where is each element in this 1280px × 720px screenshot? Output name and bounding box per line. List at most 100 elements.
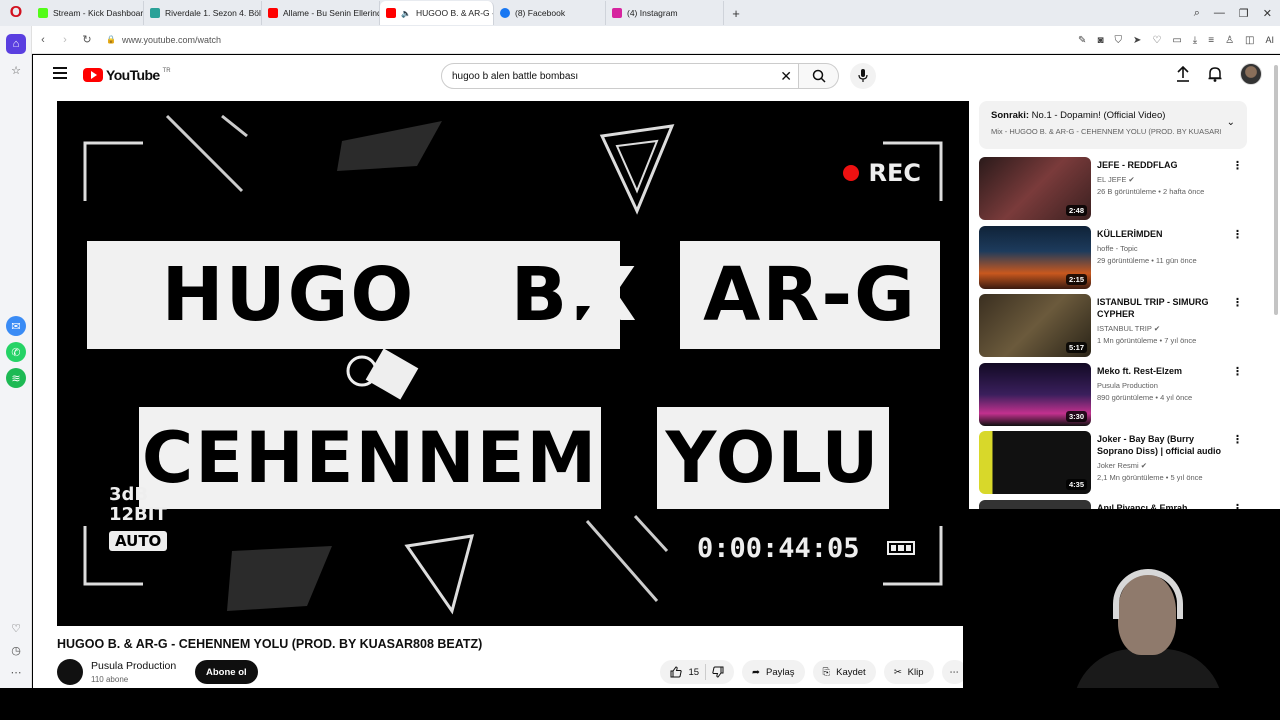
up-next-prefix: Sonraki: <box>991 110 1030 121</box>
youtube-logo[interactable]: YouTube TR <box>83 67 171 83</box>
video-thumbnail[interactable]: 4:35 <box>979 431 1091 494</box>
more-options-icon[interactable]: ⋮ <box>1232 365 1243 378</box>
rec-title[interactable]: Joker - Bay Bay (Burry Soprano Diss) | o… <box>1097 433 1227 457</box>
camera-icon[interactable]: ◙ <box>1097 35 1103 46</box>
list-item[interactable]: 3:30 Meko ft. Rest-Elzem Pusula Producti… <box>979 362 1247 432</box>
back-button[interactable]: ‹ <box>32 34 54 46</box>
channel-name[interactable]: Pusula Production <box>91 660 176 672</box>
cam-db: 3dB <box>109 484 149 505</box>
chevron-down-icon[interactable]: ⌄ <box>1227 117 1235 128</box>
search-input[interactable]: hugoo b alen battle bombası ✕ <box>441 63 799 89</box>
edit-icon[interactable]: ✎ <box>1078 35 1086 46</box>
tab-kick[interactable]: Stream - Kick Dashboard <box>32 1 144 25</box>
notifications-bell-icon[interactable] <box>1208 66 1222 82</box>
video-thumbnail[interactable]: 5:17 <box>979 294 1091 357</box>
rec-title[interactable]: KÜLLERİMDEN <box>1097 228 1227 240</box>
home-icon[interactable]: ⌂ <box>6 34 26 54</box>
ai-button[interactable]: AI <box>1265 35 1274 45</box>
guide-menu-icon[interactable] <box>53 67 67 79</box>
minimize-button[interactable]: — <box>1214 7 1225 19</box>
video-thumbnail[interactable]: 2:48 <box>979 157 1091 220</box>
subscribe-button[interactable]: Abone ol <box>195 660 258 684</box>
more-icon[interactable]: ⋯ <box>6 662 26 682</box>
url-field[interactable]: 🔒 www.youtube.com/watch <box>106 35 221 45</box>
clear-search-icon[interactable]: ✕ <box>780 68 792 85</box>
user-avatar[interactable] <box>1240 63 1262 85</box>
thumbs-down-icon[interactable] <box>712 666 724 678</box>
page-scrollbar[interactable] <box>1274 65 1278 315</box>
like-button[interactable]: 15 <box>670 666 699 678</box>
rec-title[interactable]: ISTANBUL TRIP - SIMURG CYPHER <box>1097 296 1227 320</box>
heart-icon[interactable]: ♡ <box>6 618 26 638</box>
download-icon[interactable]: ⤓ <box>1193 35 1197 46</box>
opera-logo-icon[interactable]: O <box>0 0 32 26</box>
tab-instagram[interactable]: (4) Instagram <box>606 1 724 25</box>
like-count: 15 <box>688 666 700 678</box>
tab-facebook[interactable]: (8) Facebook <box>494 1 606 25</box>
tab-riverdale[interactable]: Riverdale 1. Sezon 4. Bölüm <box>144 1 262 25</box>
rec-title[interactable]: JEFE - REDDFLAG <box>1097 159 1227 171</box>
rec-channel: EL JEFE ✔ <box>1097 175 1135 184</box>
video-thumbnail[interactable]: 3:30 <box>979 362 1091 426</box>
opera-sidebar: ⌂ ☆ ✉ ✆ ≋ ♡ ◷ ⋯ <box>0 26 32 688</box>
save-button[interactable]: ⎘ Kaydet <box>812 660 876 684</box>
more-options-icon[interactable]: ⋮ <box>1232 159 1243 172</box>
favorite-heart-icon[interactable]: ♡ <box>1152 35 1161 46</box>
upload-icon[interactable] <box>1176 66 1190 82</box>
rec-channel: Joker Resmi ✔ <box>1097 461 1148 470</box>
record-dot-icon <box>842 165 859 181</box>
tab-current-video[interactable]: 🔈 HUGOO B. & AR-G - C <box>380 1 494 25</box>
spotify-icon[interactable]: ≋ <box>6 368 26 388</box>
tab-allame[interactable]: Allame - Bu Senin Ellerinde <box>262 1 380 25</box>
close-window-button[interactable]: ✕ <box>1263 7 1272 20</box>
lock-icon: 🔒 <box>106 35 116 44</box>
up-next-panel[interactable]: Sonraki: No.1 - Dopamin! (Official Video… <box>979 101 1247 149</box>
video-duration: 3:30 <box>1065 410 1087 422</box>
list-item[interactable]: 4:35 Joker - Bay Bay (Burry Soprano Diss… <box>979 431 1247 500</box>
new-tab-button[interactable]: + <box>724 6 748 21</box>
share-button[interactable]: ➦ Paylaş <box>742 660 805 684</box>
send-icon[interactable]: ➤ <box>1133 35 1141 46</box>
channel-avatar[interactable] <box>57 659 83 685</box>
site-favicon-icon <box>150 8 160 18</box>
video-title-word: YOLU <box>657 407 889 509</box>
more-options-icon[interactable]: ⋮ <box>1232 296 1243 309</box>
reload-button[interactable]: ↻ <box>76 33 98 46</box>
up-next-video: No.1 - Dopamin! (Official Video) <box>1031 110 1166 121</box>
messenger-icon[interactable]: ✉ <box>6 316 26 336</box>
channel-row: Pusula Production 110 abone Abone ol 15 … <box>57 659 967 687</box>
more-options-icon[interactable]: ⋮ <box>1232 228 1243 241</box>
maximize-button[interactable]: ❐ <box>1239 7 1249 20</box>
headphones-icon <box>1113 569 1183 619</box>
shield-icon[interactable]: ⛉ <box>1114 35 1122 46</box>
list-item[interactable]: 2:15 KÜLLERİMDEN hoffe - Topic 29 görünt… <box>979 225 1247 295</box>
cube-icon[interactable]: ◫ <box>1245 35 1254 46</box>
verified-icon: ✔ <box>1153 324 1161 333</box>
list-item[interactable]: 5:17 ISTANBUL TRIP - SIMURG CYPHER ISTAN… <box>979 294 1247 363</box>
video-player[interactable]: REC HUGO B. X AR-G CEHENNEM YOLU 3dB 12B… <box>57 101 969 626</box>
video-thumbnail[interactable]: 2:15 <box>979 225 1091 289</box>
forward-button[interactable]: › <box>54 34 76 46</box>
list-item[interactable]: 2:48 JEFE - REDDFLAG EL JEFE ✔ 26 B görü… <box>979 157 1247 226</box>
rec-meta: 29 görüntüleme • 11 gün önce <box>1097 255 1197 265</box>
clip-button[interactable]: ✂ Klip <box>883 660 934 684</box>
voice-search-button[interactable] <box>850 63 876 89</box>
youtube-favicon-icon <box>268 8 278 18</box>
rec-title[interactable]: Meko ft. Rest-Elzem <box>1097 365 1227 377</box>
menu-icon[interactable]: ≡ <box>1208 35 1214 46</box>
video-title-word: HUGO <box>87 241 490 349</box>
star-icon[interactable]: ☆ <box>6 60 26 80</box>
up-next-mix: Mix - HUGOO B. & AR-G - CEHENNEM YOLU (P… <box>991 127 1221 136</box>
wallet-icon[interactable]: ▭ <box>1172 35 1181 46</box>
search-button[interactable] <box>799 63 839 89</box>
tab-search-icon[interactable]: ⌕ <box>1194 7 1200 20</box>
more-options-icon[interactable]: ⋮ <box>1232 433 1243 446</box>
country-code: TR <box>162 68 171 74</box>
whatsapp-icon[interactable]: ✆ <box>6 342 26 362</box>
microphone-icon <box>858 69 868 82</box>
youtube-favicon-icon <box>386 8 396 18</box>
history-icon[interactable]: ◷ <box>6 640 26 660</box>
video-title-word: AR-G <box>680 241 940 349</box>
video-title: HUGOO B. & AR-G - CEHENNEM YOLU (PROD. B… <box>57 637 483 651</box>
profile-icon[interactable]: ♙ <box>1225 35 1234 46</box>
